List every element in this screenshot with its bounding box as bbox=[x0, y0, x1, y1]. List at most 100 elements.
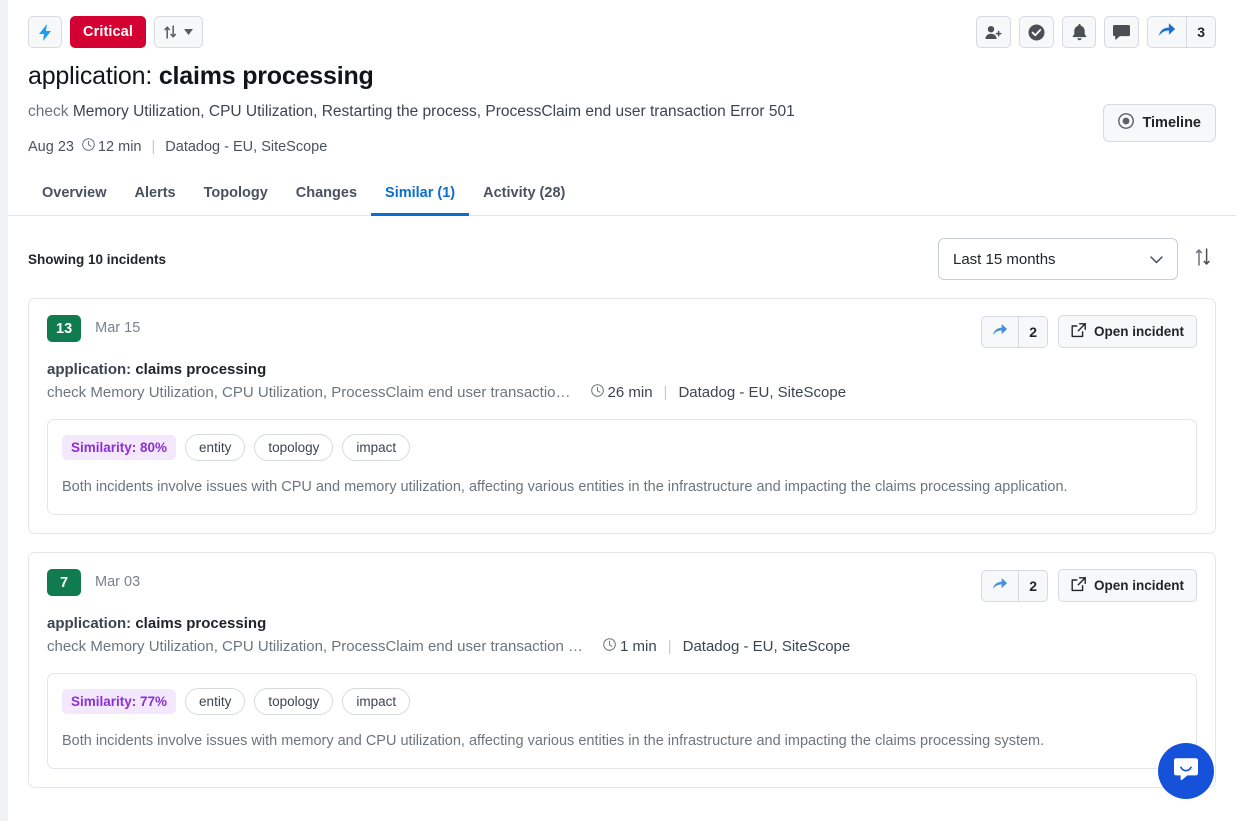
card-share-group: 2 bbox=[981, 316, 1048, 348]
external-link-icon bbox=[1071, 323, 1086, 341]
tab-alerts[interactable]: Alerts bbox=[121, 177, 190, 216]
similarity-explanation: Both incidents involve issues with memor… bbox=[62, 731, 1072, 752]
timeline-label: Timeline bbox=[1142, 115, 1201, 131]
similarity-tag-entity[interactable]: entity bbox=[185, 434, 245, 461]
page-title-name: claims processing bbox=[159, 62, 374, 90]
share-group: 3 bbox=[1147, 16, 1216, 48]
share-icon bbox=[1158, 22, 1176, 42]
left-edge-rail bbox=[0, 0, 8, 821]
card-title-prefix: application: bbox=[47, 361, 131, 378]
add-user-button[interactable] bbox=[976, 16, 1011, 48]
card-share-group: 2 bbox=[981, 570, 1048, 602]
card-share-button[interactable] bbox=[982, 571, 1018, 601]
filter-controls: Last 15 months bbox=[938, 238, 1216, 280]
incident-header: application: claims processing check Mem… bbox=[8, 52, 1236, 155]
comments-button[interactable] bbox=[1104, 16, 1139, 48]
similarity-explanation: Both incidents involve issues with CPU a… bbox=[62, 477, 1072, 498]
card-meta-separator: | bbox=[664, 384, 668, 401]
tab-topology[interactable]: Topology bbox=[190, 177, 282, 216]
tab-bar: Overview Alerts Topology Changes Similar… bbox=[8, 177, 1236, 216]
card-title: application: claims processing bbox=[47, 615, 1197, 632]
card-description-rest: Memory Utilization, CPU Utilization, Pro… bbox=[90, 638, 583, 655]
card-description-lead: check bbox=[47, 638, 86, 655]
incident-date: Aug 23 bbox=[28, 139, 74, 155]
similarity-badge: Similarity: 80% bbox=[62, 435, 176, 460]
similarity-tag-impact[interactable]: impact bbox=[342, 688, 410, 715]
resolve-button[interactable] bbox=[1019, 16, 1054, 48]
main-content: Critical bbox=[8, 0, 1236, 821]
card-meta: check Memory Utilization, CPU Utilizatio… bbox=[47, 384, 1197, 401]
clock-icon bbox=[591, 384, 604, 401]
incident-duration: 12 min bbox=[82, 138, 142, 155]
card-date: Mar 15 bbox=[95, 315, 140, 342]
card-duration: 1 min bbox=[603, 638, 657, 655]
chat-bubble-icon bbox=[1172, 755, 1200, 788]
card-description: check Memory Utilization, CPU Utilizatio… bbox=[47, 384, 571, 401]
lightning-bolt-icon bbox=[38, 24, 53, 41]
similarity-tag-entity[interactable]: entity bbox=[185, 688, 245, 715]
clock-icon bbox=[82, 138, 95, 155]
card-duration-text: 1 min bbox=[620, 638, 657, 655]
card-share-count[interactable]: 2 bbox=[1019, 317, 1047, 347]
sort-dropdown-button[interactable] bbox=[154, 16, 203, 48]
similarity-tag-impact[interactable]: impact bbox=[342, 434, 410, 461]
incident-subtitle-rest: Memory Utilization, CPU Utilization, Res… bbox=[73, 103, 795, 120]
share-count[interactable]: 3 bbox=[1187, 17, 1215, 47]
open-incident-button[interactable]: Open incident bbox=[1058, 569, 1197, 602]
results-count: Showing 10 incidents bbox=[28, 252, 166, 267]
alert-count-badge: 7 bbox=[47, 569, 81, 596]
notifications-button[interactable] bbox=[1062, 16, 1096, 48]
similar-incident-card[interactable]: 7 Mar 03 2 bbox=[28, 552, 1216, 788]
similarity-badge: Similarity: 77% bbox=[62, 689, 176, 714]
tab-overview[interactable]: Overview bbox=[28, 177, 121, 216]
card-header: 13 Mar 15 2 bbox=[47, 315, 1197, 348]
lightning-bolt-button[interactable] bbox=[28, 16, 62, 48]
filter-bar: Showing 10 incidents Last 15 months bbox=[8, 216, 1236, 280]
similarity-tag-topology[interactable]: topology bbox=[254, 434, 333, 461]
similarity-panel: Similarity: 80% entity topology impact B… bbox=[47, 419, 1197, 515]
incident-duration-text: 12 min bbox=[98, 139, 142, 155]
tab-changes[interactable]: Changes bbox=[282, 177, 371, 216]
card-description: check Memory Utilization, CPU Utilizatio… bbox=[47, 638, 583, 655]
similarity-row: Similarity: 80% entity topology impact bbox=[62, 434, 1182, 461]
similarity-tag-topology[interactable]: topology bbox=[254, 688, 333, 715]
similarity-panel: Similarity: 77% entity topology impact B… bbox=[47, 673, 1197, 769]
incident-sources: Datadog - EU, SiteScope bbox=[165, 139, 327, 155]
share-button[interactable] bbox=[1148, 17, 1186, 47]
card-header: 7 Mar 03 2 bbox=[47, 569, 1197, 602]
share-icon bbox=[992, 323, 1008, 341]
tab-activity[interactable]: Activity (28) bbox=[469, 177, 579, 216]
similar-incident-list: 13 Mar 15 2 bbox=[8, 280, 1236, 788]
record-circle-icon bbox=[1118, 113, 1134, 133]
sort-arrows-icon bbox=[1195, 248, 1211, 271]
incident-subtitle: check Memory Utilization, CPU Utilizatio… bbox=[28, 101, 1216, 123]
card-description-rest: Memory Utilization, CPU Utilization, Pro… bbox=[90, 384, 570, 401]
add-user-icon bbox=[985, 25, 1002, 40]
time-range-select[interactable]: Last 15 months bbox=[938, 238, 1178, 280]
card-share-count[interactable]: 2 bbox=[1019, 571, 1047, 601]
card-meta-separator: | bbox=[668, 638, 672, 655]
comment-icon bbox=[1113, 25, 1130, 40]
incident-subtitle-lead: check bbox=[28, 103, 69, 120]
card-meta: check Memory Utilization, CPU Utilizatio… bbox=[47, 638, 1197, 655]
time-range-value: Last 15 months bbox=[953, 251, 1056, 268]
similar-incident-card[interactable]: 13 Mar 15 2 bbox=[28, 298, 1216, 534]
card-title-name: claims processing bbox=[135, 361, 266, 378]
severity-badge[interactable]: Critical bbox=[70, 16, 146, 48]
incident-toolbar: Critical bbox=[8, 0, 1236, 52]
check-circle-icon bbox=[1028, 24, 1045, 41]
card-title: application: claims processing bbox=[47, 361, 1197, 378]
sort-order-toggle[interactable] bbox=[1190, 244, 1216, 274]
card-share-button[interactable] bbox=[982, 317, 1018, 347]
chat-support-button[interactable] bbox=[1158, 743, 1214, 799]
toolbar-actions: 3 bbox=[976, 16, 1216, 48]
incident-meta: Aug 23 12 min | Datadog - EU, SiteScope bbox=[28, 138, 1216, 155]
open-incident-label: Open incident bbox=[1094, 324, 1184, 339]
open-incident-button[interactable]: Open incident bbox=[1058, 315, 1197, 348]
card-duration-text: 26 min bbox=[608, 384, 653, 401]
card-sources: Datadog - EU, SiteScope bbox=[683, 638, 851, 655]
open-incident-label: Open incident bbox=[1094, 578, 1184, 593]
tab-similar[interactable]: Similar (1) bbox=[371, 177, 469, 216]
timeline-button[interactable]: Timeline bbox=[1103, 104, 1216, 142]
bell-icon bbox=[1072, 24, 1087, 41]
